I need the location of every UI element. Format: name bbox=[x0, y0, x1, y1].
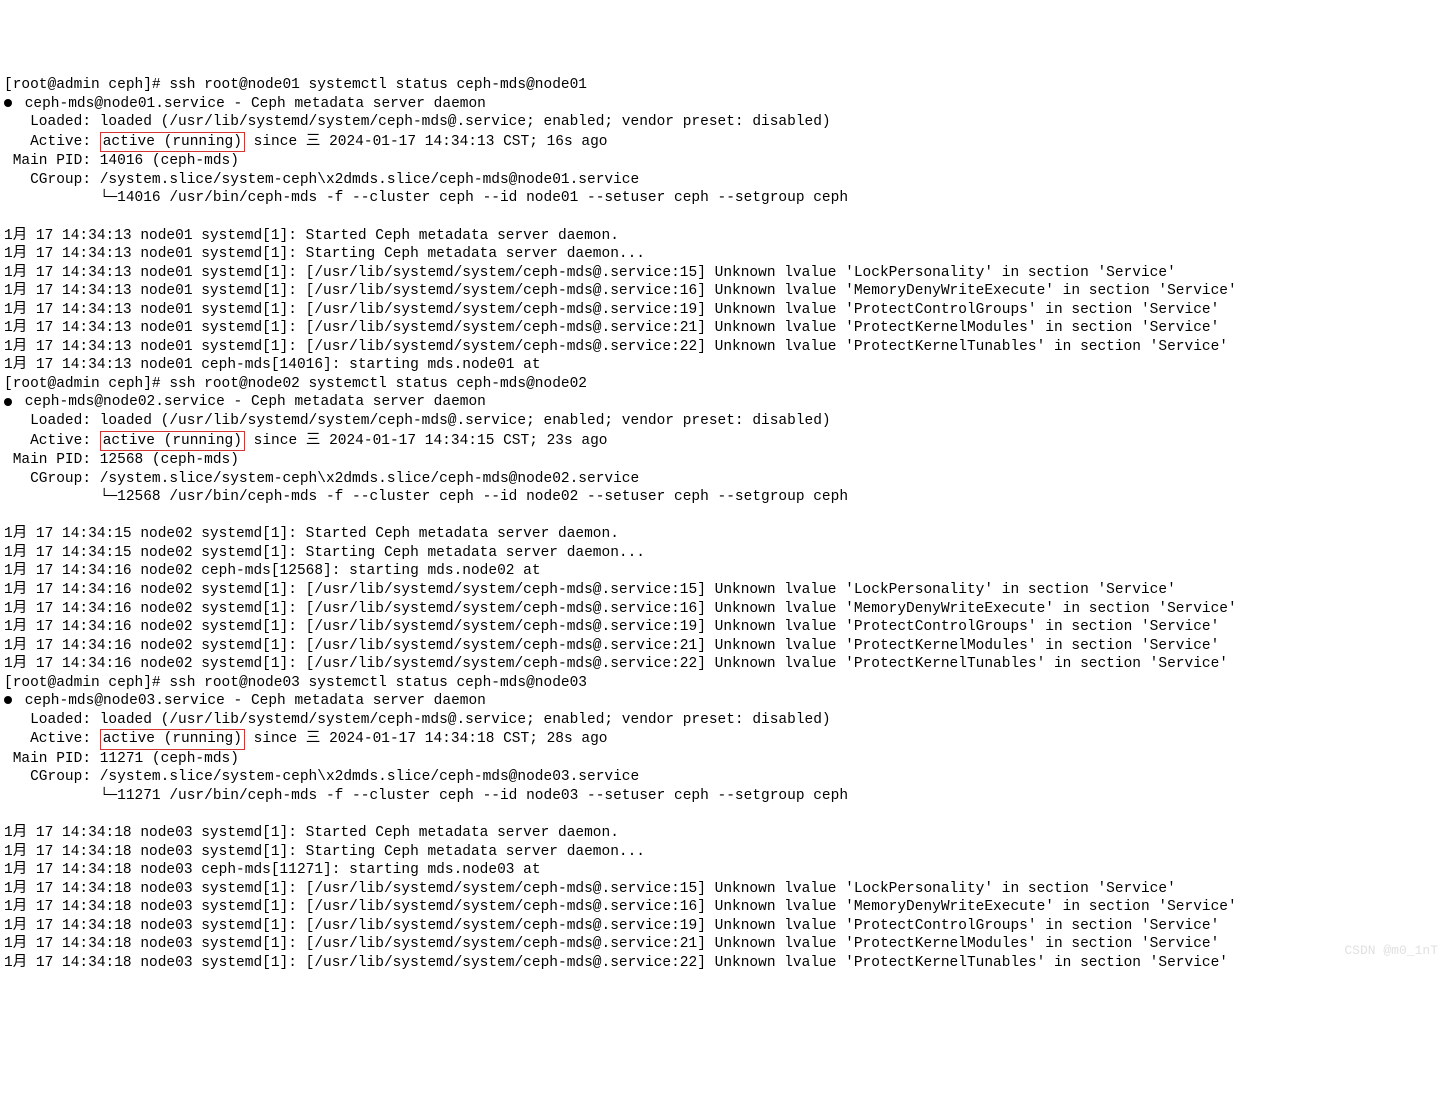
cgroup-tree-line: └─14016 /usr/bin/ceph-mds -f --cluster c… bbox=[4, 189, 1442, 208]
status-bullet-icon bbox=[4, 696, 12, 704]
log-line: 1月 17 14:34:18 node03 systemd[1]: [/usr/… bbox=[4, 917, 1442, 936]
status-bullet-icon bbox=[4, 398, 12, 406]
log-line: 1月 17 14:34:16 node02 systemd[1]: [/usr/… bbox=[4, 581, 1442, 600]
loaded-line: Loaded: loaded (/usr/lib/systemd/system/… bbox=[4, 412, 1442, 431]
active-line: Active: active (running) since 三 2024-01… bbox=[4, 431, 1442, 452]
cgroup-line: CGroup: /system.slice/system-ceph\x2dmds… bbox=[4, 470, 1442, 489]
active-line: Active: active (running) since 三 2024-01… bbox=[4, 132, 1442, 153]
watermark-text: CSDN @m0_1nT bbox=[1344, 943, 1438, 960]
unit-line: ceph-mds@node02.service - Ceph metadata … bbox=[4, 393, 1442, 412]
log-line: 1月 17 14:34:16 node02 systemd[1]: [/usr/… bbox=[4, 600, 1442, 619]
active-status-highlight: active (running) bbox=[100, 729, 245, 750]
log-line: 1月 17 14:34:16 node02 systemd[1]: [/usr/… bbox=[4, 618, 1442, 637]
active-status-highlight: active (running) bbox=[100, 431, 245, 452]
log-line: 1月 17 14:34:18 node03 systemd[1]: [/usr/… bbox=[4, 935, 1442, 954]
command-line: [root@admin ceph]# ssh root@node02 syste… bbox=[4, 375, 1442, 394]
main-pid-line: Main PID: 12568 (ceph-mds) bbox=[4, 451, 1442, 470]
log-line: 1月 17 14:34:13 node01 systemd[1]: [/usr/… bbox=[4, 319, 1442, 338]
command-line: [root@admin ceph]# ssh root@node01 syste… bbox=[4, 76, 1442, 95]
active-status-highlight: active (running) bbox=[100, 132, 245, 153]
log-line: 1月 17 14:34:13 node01 ceph-mds[14016]: s… bbox=[4, 356, 1442, 375]
log-line: 1月 17 14:34:13 node01 systemd[1]: Starti… bbox=[4, 245, 1442, 264]
blank-line bbox=[4, 208, 1442, 227]
log-line: 1月 17 14:34:18 node03 systemd[1]: [/usr/… bbox=[4, 880, 1442, 899]
log-line: 1月 17 14:34:13 node01 systemd[1]: Starte… bbox=[4, 227, 1442, 246]
loaded-line: Loaded: loaded (/usr/lib/systemd/system/… bbox=[4, 711, 1442, 730]
status-bullet-icon bbox=[4, 99, 12, 107]
blank-line bbox=[4, 806, 1442, 825]
loaded-line: Loaded: loaded (/usr/lib/systemd/system/… bbox=[4, 113, 1442, 132]
log-line: 1月 17 14:34:18 node03 systemd[1]: [/usr/… bbox=[4, 898, 1442, 917]
active-line: Active: active (running) since 三 2024-01… bbox=[4, 729, 1442, 750]
log-line: 1月 17 14:34:18 node03 systemd[1]: [/usr/… bbox=[4, 954, 1442, 973]
log-line: 1月 17 14:34:13 node01 systemd[1]: [/usr/… bbox=[4, 264, 1442, 283]
blank-line bbox=[4, 507, 1442, 526]
cgroup-tree-line: └─11271 /usr/bin/ceph-mds -f --cluster c… bbox=[4, 787, 1442, 806]
unit-line: ceph-mds@node01.service - Ceph metadata … bbox=[4, 95, 1442, 114]
log-line: 1月 17 14:34:18 node03 systemd[1]: Starte… bbox=[4, 824, 1442, 843]
cgroup-tree-line: └─12568 /usr/bin/ceph-mds -f --cluster c… bbox=[4, 488, 1442, 507]
main-pid-line: Main PID: 11271 (ceph-mds) bbox=[4, 750, 1442, 769]
terminal-output[interactable]: [root@admin ceph]# ssh root@node01 syste… bbox=[4, 76, 1442, 972]
log-line: 1月 17 14:34:15 node02 systemd[1]: Starte… bbox=[4, 525, 1442, 544]
cgroup-line: CGroup: /system.slice/system-ceph\x2dmds… bbox=[4, 171, 1442, 190]
log-line: 1月 17 14:34:15 node02 systemd[1]: Starti… bbox=[4, 544, 1442, 563]
log-line: 1月 17 14:34:13 node01 systemd[1]: [/usr/… bbox=[4, 338, 1442, 357]
log-line: 1月 17 14:34:18 node03 ceph-mds[11271]: s… bbox=[4, 861, 1442, 880]
log-line: 1月 17 14:34:16 node02 ceph-mds[12568]: s… bbox=[4, 562, 1442, 581]
log-line: 1月 17 14:34:13 node01 systemd[1]: [/usr/… bbox=[4, 301, 1442, 320]
unit-line: ceph-mds@node03.service - Ceph metadata … bbox=[4, 692, 1442, 711]
log-line: 1月 17 14:34:16 node02 systemd[1]: [/usr/… bbox=[4, 637, 1442, 656]
command-line: [root@admin ceph]# ssh root@node03 syste… bbox=[4, 674, 1442, 693]
log-line: 1月 17 14:34:18 node03 systemd[1]: Starti… bbox=[4, 843, 1442, 862]
cgroup-line: CGroup: /system.slice/system-ceph\x2dmds… bbox=[4, 768, 1442, 787]
log-line: 1月 17 14:34:13 node01 systemd[1]: [/usr/… bbox=[4, 282, 1442, 301]
log-line: 1月 17 14:34:16 node02 systemd[1]: [/usr/… bbox=[4, 655, 1442, 674]
main-pid-line: Main PID: 14016 (ceph-mds) bbox=[4, 152, 1442, 171]
